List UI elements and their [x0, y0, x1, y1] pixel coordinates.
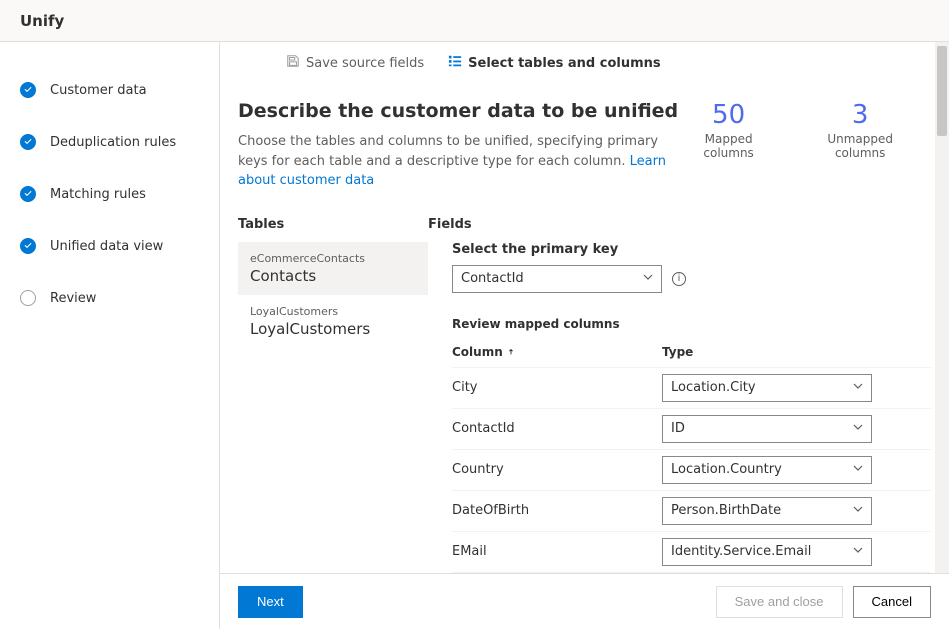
tables-list: eCommerceContacts Contacts LoyalCustomer… — [238, 242, 428, 574]
column-header-column[interactable]: Column — [452, 345, 662, 359]
mapped-column-name: City — [452, 380, 662, 395]
stat-mapped: 50 Mapped columns — [682, 100, 775, 160]
review-mapped-columns-label: Review mapped columns — [452, 317, 931, 331]
stat-unmapped: 3 Unmapped columns — [805, 100, 915, 160]
check-icon — [20, 82, 36, 98]
check-icon — [20, 134, 36, 150]
step-customer-data[interactable]: Customer data — [20, 78, 219, 102]
stat-value: 3 — [805, 100, 915, 130]
mapped-column-name: ContactId — [452, 421, 662, 436]
mapped-row: ContactId ID — [452, 408, 931, 449]
chevron-down-icon — [853, 503, 863, 518]
type-select[interactable]: Person.BirthDate — [662, 497, 872, 525]
column-header-type[interactable]: Type — [662, 345, 931, 359]
top-tabs: Save source fields Select tables and col… — [238, 42, 931, 78]
page-title: Describe the customer data to be unified — [238, 100, 682, 122]
chevron-down-icon — [853, 544, 863, 559]
step-matching-rules[interactable]: Matching rules — [20, 182, 219, 206]
step-label: Review — [50, 291, 96, 306]
type-value: Identity.Service.Email — [671, 544, 811, 559]
table-item-contacts[interactable]: eCommerceContacts Contacts — [238, 242, 428, 295]
table-source: LoyalCustomers — [250, 305, 416, 318]
type-select[interactable]: Location.Country — [662, 456, 872, 484]
step-review[interactable]: Review — [20, 286, 219, 310]
next-button[interactable]: Next — [238, 586, 303, 618]
subtext-text: Choose the tables and columns to be unif… — [238, 134, 658, 169]
tab-label: Select tables and columns — [468, 56, 660, 71]
chevron-down-icon — [643, 271, 653, 286]
wizard-steps-sidebar: Customer data Deduplication rules Matchi… — [0, 42, 220, 629]
mapped-row: City Location.City — [452, 367, 931, 408]
check-icon — [20, 238, 36, 254]
sort-up-icon — [507, 345, 515, 359]
stat-label: Mapped columns — [682, 132, 775, 160]
cancel-button[interactable]: Cancel — [853, 586, 931, 618]
type-value: ID — [671, 421, 685, 436]
step-label: Matching rules — [50, 187, 146, 202]
type-value: Person.BirthDate — [671, 503, 781, 518]
type-select[interactable]: Identity.Service.Email — [662, 538, 872, 566]
type-value: Location.City — [671, 380, 756, 395]
mapped-column-name: Country — [452, 462, 662, 477]
mapped-row: Country Location.Country — [452, 449, 931, 490]
page-subtext: Choose the tables and columns to be unif… — [238, 132, 682, 191]
table-name: Contacts — [250, 267, 416, 285]
main-content: Save source fields Select tables and col… — [220, 42, 949, 629]
step-label: Unified data view — [50, 239, 163, 254]
tables-section-header: Tables — [238, 217, 428, 232]
scrollbar[interactable] — [935, 42, 949, 573]
fields-section-header: Fields — [428, 217, 931, 232]
tab-save-source-fields[interactable]: Save source fields — [286, 54, 424, 72]
save-icon — [286, 54, 300, 72]
type-select[interactable]: Location.City — [662, 374, 872, 402]
footer: Next Save and close Cancel — [220, 573, 949, 629]
app-header: Unify — [0, 0, 949, 42]
chevron-down-icon — [853, 380, 863, 395]
column-header-text: Column — [452, 345, 503, 359]
circle-icon — [20, 290, 36, 306]
type-value: Location.Country — [671, 462, 782, 477]
mapped-column-name: EMail — [452, 544, 662, 559]
type-select[interactable]: ID — [662, 415, 872, 443]
save-and-close-button: Save and close — [716, 586, 843, 618]
stat-value: 50 — [682, 100, 775, 130]
tab-select-tables-columns[interactable]: Select tables and columns — [448, 54, 660, 72]
step-label: Customer data — [50, 83, 147, 98]
chevron-down-icon — [853, 462, 863, 477]
primary-key-value: ContactId — [461, 271, 524, 286]
table-item-loyalcustomers[interactable]: LoyalCustomers LoyalCustomers — [238, 295, 428, 348]
step-unified-data-view[interactable]: Unified data view — [20, 234, 219, 258]
mapped-row: DateOfBirth Person.BirthDate — [452, 490, 931, 531]
mapped-row: EMail Identity.Service.Email — [452, 531, 931, 572]
step-label: Deduplication rules — [50, 135, 176, 150]
check-icon — [20, 186, 36, 202]
table-source: eCommerceContacts — [250, 252, 416, 265]
table-name: LoyalCustomers — [250, 320, 416, 338]
tab-label: Save source fields — [306, 56, 424, 71]
stat-label: Unmapped columns — [805, 132, 915, 160]
list-icon — [448, 54, 462, 72]
app-title: Unify — [20, 12, 64, 30]
chevron-down-icon — [853, 421, 863, 436]
scrollbar-thumb[interactable] — [937, 46, 947, 136]
primary-key-select[interactable]: ContactId — [452, 265, 662, 293]
mapped-column-name: DateOfBirth — [452, 503, 662, 518]
info-icon[interactable]: i — [672, 272, 686, 286]
primary-key-label: Select the primary key — [452, 242, 931, 257]
step-deduplication-rules[interactable]: Deduplication rules — [20, 130, 219, 154]
